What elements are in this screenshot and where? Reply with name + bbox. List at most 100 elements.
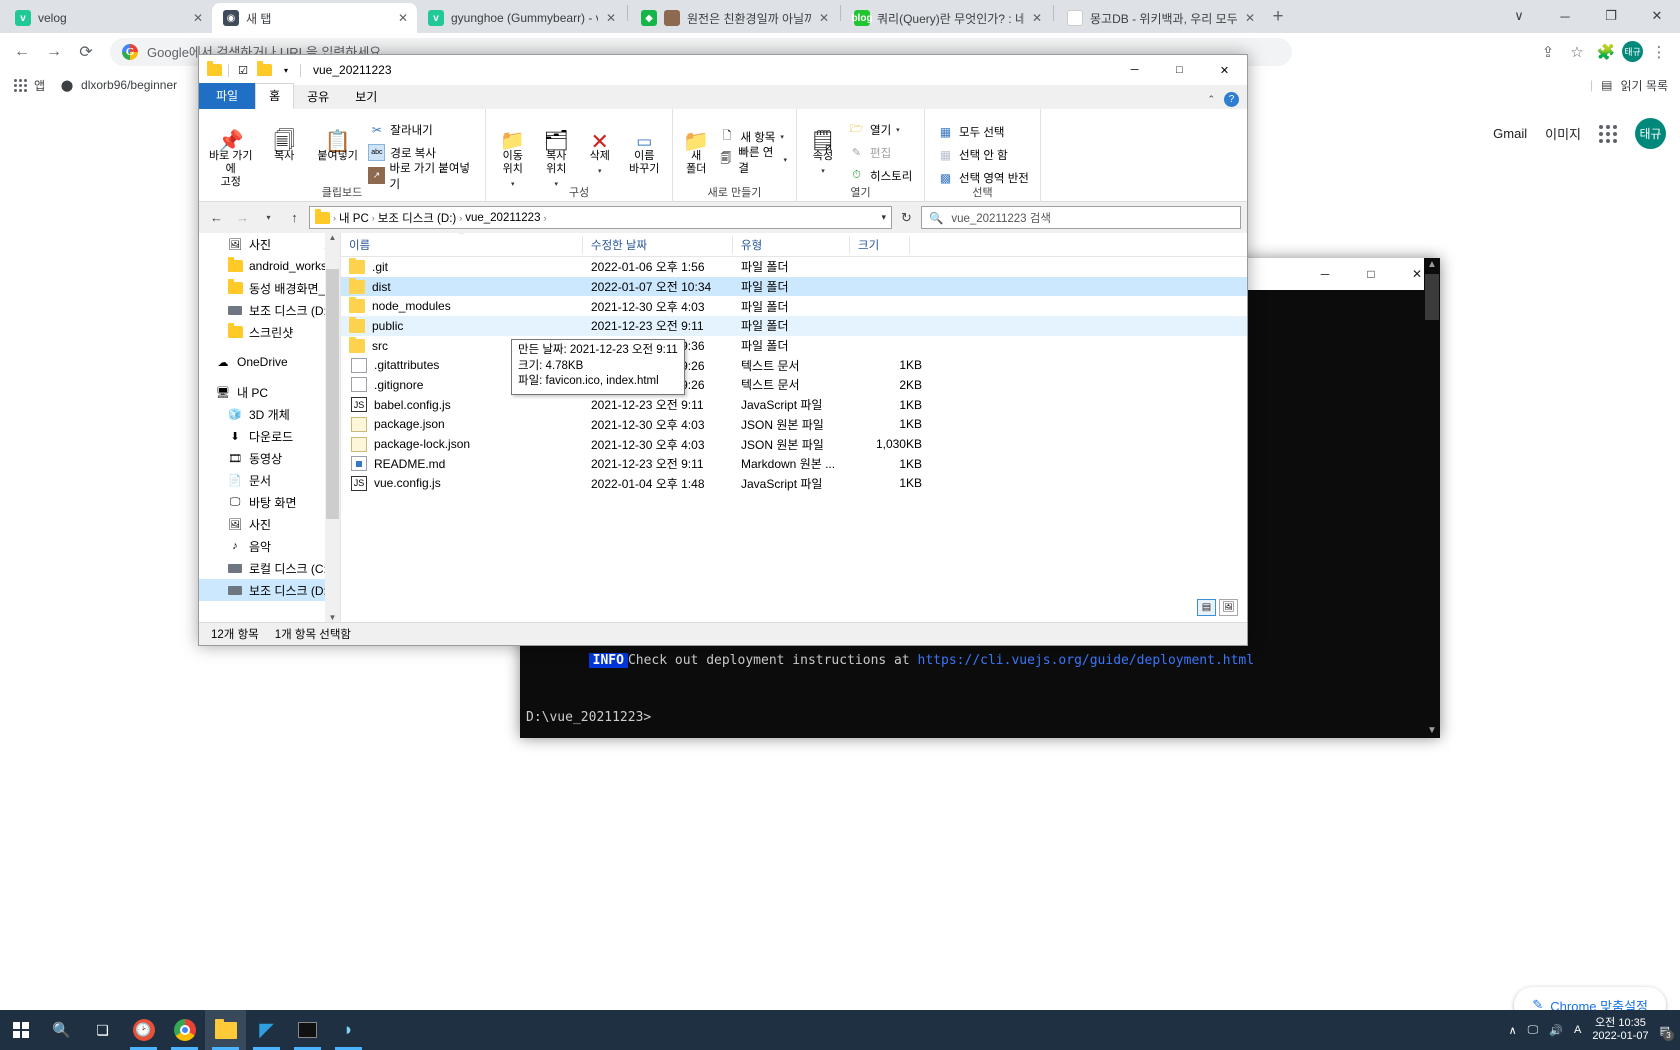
browser-tab-3[interactable]: ◆ 원전은 친환경일까 아닐까?( ✕: [630, 3, 838, 33]
browser-tab-0[interactable]: v velog ✕: [4, 3, 212, 33]
new-folder-button[interactable]: 📁 새 폴더: [678, 113, 714, 176]
taskbar-app-explorer[interactable]: [205, 1010, 246, 1050]
close-button[interactable]: ✕: [1202, 55, 1247, 85]
nav-item-9[interactable]: 🎞동영상: [199, 447, 340, 469]
rename-button[interactable]: ▭ 이름 바꾸기: [622, 113, 667, 176]
new-folder-quick-icon[interactable]: [257, 64, 272, 76]
nav-item-0[interactable]: 🖼사진📌: [199, 233, 340, 255]
scroll-up-icon[interactable]: ▲: [329, 233, 337, 242]
show-hidden-icons-chevron[interactable]: ∧: [1509, 1024, 1517, 1037]
details-view-button[interactable]: ▤: [1197, 599, 1216, 616]
collapse-ribbon-icon[interactable]: ⌃: [1207, 94, 1215, 105]
breadcrumb[interactable]: › 내 PC › 보조 디스크 (D:) › vue_20211223 › ▾: [309, 206, 892, 229]
nav-item-5[interactable]: ☁OneDrive: [199, 351, 340, 373]
maximize-button[interactable]: ❐: [1588, 0, 1634, 32]
table-row[interactable]: node_modules2021-12-30 오후 4:03파일 폴더: [341, 296, 1247, 316]
column-header-name[interactable]: ⌃ 이름: [341, 236, 583, 254]
breadcrumb-item-2[interactable]: vue_20211223: [465, 212, 540, 224]
taskbar-app-clock[interactable]: 🕑: [123, 1010, 164, 1050]
bookmark-star-icon[interactable]: ☆: [1564, 39, 1590, 65]
reload-button[interactable]: ⟳: [72, 38, 100, 66]
tab-view[interactable]: 보기: [342, 85, 390, 109]
nav-item-1[interactable]: android_workspa: [199, 255, 340, 277]
table-row[interactable]: JSbabel.config.js2021-12-23 오전 9:11JavaS…: [341, 395, 1247, 415]
nav-item-8[interactable]: ⬇다운로드: [199, 425, 340, 447]
nav-scrollbar[interactable]: ▲ ▼: [325, 233, 340, 622]
browser-tab-1[interactable]: ◉ 새 탭 ✕: [212, 3, 417, 33]
browser-tab-5[interactable]: W 몽고DB - 위키백과, 우리 모두의 ✕: [1056, 3, 1264, 33]
table-row[interactable]: .gitignore2021-12-23 오전 9:26텍스트 문서2KB: [341, 375, 1247, 395]
nav-item-4[interactable]: 스크린샷: [199, 321, 340, 343]
history-button[interactable]: ⏱ 히스토리: [844, 165, 916, 186]
open-button[interactable]: 🗁 열기 ▾: [844, 119, 916, 140]
chevron-down-icon[interactable]: ▾: [780, 133, 784, 141]
nav-item-6[interactable]: 🖥내 PC: [199, 381, 340, 403]
close-icon[interactable]: ✕: [818, 11, 830, 25]
tab-home[interactable]: 홈: [255, 83, 294, 109]
close-icon[interactable]: ✕: [1244, 11, 1256, 25]
help-icon[interactable]: ?: [1224, 92, 1239, 107]
nav-item-13[interactable]: ♪음악: [199, 535, 340, 557]
avatar[interactable]: 태규: [1622, 41, 1643, 62]
google-apps-icon[interactable]: [1599, 125, 1617, 143]
table-row[interactable]: dist2022-01-07 오전 10:34파일 폴더: [341, 277, 1247, 297]
nav-item-12[interactable]: 🖼사진: [199, 513, 340, 535]
column-header-size[interactable]: 크기: [850, 236, 910, 254]
ime-icon[interactable]: A: [1574, 1024, 1581, 1036]
table-row[interactable]: package-lock.json2021-12-30 오후 4:03JSON …: [341, 434, 1247, 454]
forward-button[interactable]: →: [40, 38, 68, 66]
breadcrumb-item-0[interactable]: 내 PC: [339, 210, 369, 226]
nav-item-15[interactable]: 보조 디스크 (D:): [199, 579, 340, 601]
refresh-icon[interactable]: ↻: [895, 206, 918, 229]
taskbar-app-chrome[interactable]: [164, 1010, 205, 1050]
nav-item-7[interactable]: 🧊3D 개체: [199, 403, 340, 425]
large-icons-view-button[interactable]: 🖼: [1219, 599, 1238, 616]
select-none-button[interactable]: ▦ 선택 안 함: [933, 144, 1033, 165]
scrollbar-thumb[interactable]: [326, 269, 339, 519]
scroll-up-icon[interactable]: ▲: [1427, 258, 1437, 272]
gmail-link[interactable]: Gmail: [1493, 126, 1527, 141]
images-link[interactable]: 이미지: [1545, 124, 1581, 143]
chevron-down-icon[interactable]: ▾: [783, 156, 787, 164]
select-all-button[interactable]: ▦ 모두 선택: [933, 121, 1033, 142]
paste-shortcut-button[interactable]: ↗ 바로 가기 붙여넣기: [364, 165, 480, 186]
maximize-button[interactable]: □: [1157, 55, 1202, 85]
terminal-scrollbar[interactable]: ▲ ▼: [1424, 258, 1440, 738]
volume-icon[interactable]: 🔊: [1549, 1024, 1563, 1037]
new-tab-button[interactable]: +: [1264, 3, 1292, 31]
reading-list-button[interactable]: | ▤ 읽기 목록: [1590, 77, 1668, 94]
bookmark-apps[interactable]: 앱: [12, 77, 45, 94]
browser-tab-2[interactable]: v gyunghoe (Gummybearr) - velo ✕: [417, 3, 625, 33]
maximize-button[interactable]: □: [1348, 258, 1394, 290]
navigation-pane[interactable]: 🖼사진📌android_workspa동성 배경화면_V보조 디스크 (D:)스…: [199, 233, 341, 622]
column-header-type[interactable]: 유형: [733, 236, 850, 254]
deployment-url[interactable]: https://cli.vuejs.org/guide/deployment.h…: [918, 653, 1255, 668]
minimize-button[interactable]: ─: [1542, 0, 1588, 32]
copy-button[interactable]: 🗐 복사: [257, 113, 310, 163]
task-view-button[interactable]: ❏: [82, 1010, 123, 1050]
properties-button[interactable]: 🗒 속성 ▾: [802, 113, 844, 178]
scroll-down-icon[interactable]: ▼: [329, 613, 337, 622]
close-icon[interactable]: ✕: [397, 11, 409, 25]
tab-file[interactable]: 파일: [199, 83, 255, 109]
nav-back-button[interactable]: ←: [205, 206, 228, 229]
chevron-down-icon[interactable]: ▾: [896, 126, 900, 134]
taskbar-app-edge[interactable]: ◗: [328, 1010, 369, 1050]
close-icon[interactable]: ✕: [192, 11, 204, 25]
nav-forward-button[interactable]: →: [231, 206, 254, 229]
chevron-down-icon[interactable]: ▾: [821, 165, 825, 178]
share-icon[interactable]: ⇪: [1535, 39, 1561, 65]
nav-up-button[interactable]: ↑: [283, 206, 306, 229]
delete-button[interactable]: ✕ 삭제 ▾: [578, 113, 622, 178]
table-row[interactable]: JSvue.config.js2022-01-04 오후 1:48JavaScr…: [341, 474, 1247, 494]
minimize-button[interactable]: ─: [1302, 258, 1348, 290]
close-icon[interactable]: ✕: [1031, 11, 1043, 25]
chevron-down-icon[interactable]: ▾: [598, 165, 602, 178]
file-explorer-window[interactable]: ☑ ▾ vue_20211223 ─ □ ✕ 파일 홈 공유 보기 ⌃ ? 📌 …: [198, 54, 1248, 646]
nav-item-10[interactable]: 📄문서: [199, 469, 340, 491]
scrollbar-thumb[interactable]: [1425, 274, 1439, 320]
extensions-icon[interactable]: 🧩: [1593, 39, 1619, 65]
chevron-down-icon[interactable]: ▾: [278, 62, 294, 78]
browser-tab-4[interactable]: blog 쿼리(Query)란 무엇인가? : 네이 ✕: [843, 3, 1051, 33]
nav-item-14[interactable]: 로컬 디스크 (C:): [199, 557, 340, 579]
